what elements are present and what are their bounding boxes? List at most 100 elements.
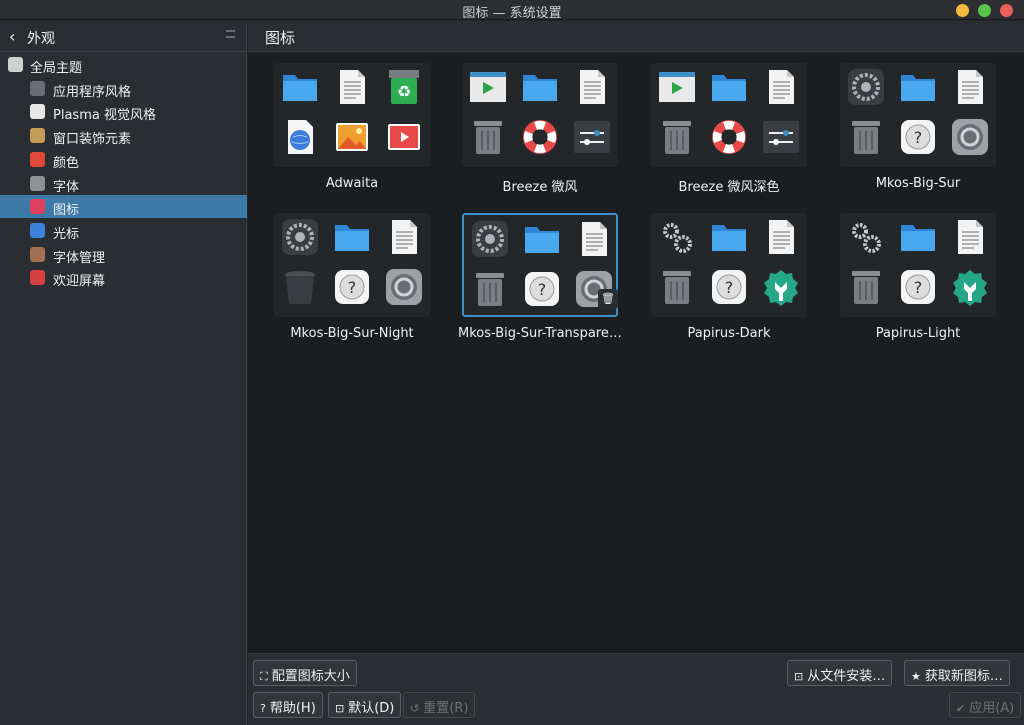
sidebar-item-label: 全局主题 [30, 61, 83, 76]
trash-icon [846, 267, 886, 307]
icon-theme-grid: ♻ Adwaita Breeze 微风 Breeze 微风深色? Mkos-Big-Su… [248, 53, 1024, 653]
sidebar-item-cursor[interactable]: 光标 [0, 219, 247, 242]
close-button[interactable] [1000, 4, 1013, 17]
trash-icon [657, 267, 697, 307]
star-icon: ★ [911, 670, 921, 683]
settings-sliders-icon [572, 117, 612, 157]
splash-screen-icon [30, 270, 45, 286]
sidebar-item-window-decorations[interactable]: 窗口装饰元素 [0, 124, 247, 147]
title-bar: 图标 — 系统设置 [0, 0, 1024, 21]
help-button[interactable]: ? 帮助(H) [253, 692, 323, 718]
sidebar-item-splash-screen[interactable]: 欢迎屏幕 [0, 266, 247, 289]
system-gear-icon [280, 217, 320, 257]
hamburger-menu-icon[interactable] [226, 30, 235, 38]
trash-icon [657, 117, 697, 157]
icon-theme-card[interactable]: ? Papirus-Light [836, 213, 1000, 363]
window-play-icon [657, 67, 697, 107]
text-document-icon [574, 219, 614, 259]
help-icon: ? [260, 702, 266, 715]
svg-text:?: ? [914, 278, 923, 297]
sidebar-item-label: 应用程序风格 [53, 84, 132, 100]
install-icon: ⊡ [794, 670, 804, 683]
sidebar-item-icons[interactable]: 图标 [0, 195, 247, 219]
svg-text:?: ? [725, 278, 734, 297]
settings-sliders-icon [761, 117, 801, 157]
fonts-icon [30, 175, 45, 191]
system-gear-icon [470, 219, 510, 259]
sidebar-item-plasma-style[interactable]: Plasma 视觉风格 [0, 100, 247, 123]
colors-icon [30, 151, 45, 167]
defaults-button[interactable]: ⊡ 默认(D) [328, 692, 402, 718]
text-document-icon [384, 217, 424, 257]
footer-toolbar: ⛶ 配置图标大小 ⊡ 从文件安装… ★ 获取新图标… ? 帮助(H) ⊡ 默认(D) ↺ 重… [248, 653, 1024, 725]
icon-theme-name: Breeze 微风深色 [678, 180, 780, 195]
folder-icon [709, 67, 749, 107]
icon-theme-card[interactable]: ? 🗑 Mkos-Big-Sur-Transparet… [458, 213, 622, 363]
gears-icon [846, 217, 886, 257]
help-lifebuoy-icon [520, 117, 560, 157]
icon-theme-card[interactable]: Breeze 微风深色 [647, 63, 811, 213]
icon-theme-name: Breeze 微风 [502, 180, 578, 195]
sidebar-item-label: 颜色 [53, 155, 80, 171]
sidebar-back-label[interactable]: 外观 [27, 28, 55, 48]
install-from-file-button[interactable]: ⊡ 从文件安装… [787, 660, 893, 686]
sidebar-item-label: 字体 [53, 179, 80, 195]
trash-dark-icon [280, 267, 320, 307]
trash-icon [468, 117, 508, 157]
sidebar-item-fonts[interactable]: 字体 [0, 172, 247, 195]
icon-theme-preview: ? [651, 213, 807, 317]
back-arrow-icon[interactable]: ‹ [9, 27, 15, 46]
help-question-icon: ? [709, 267, 749, 307]
sidebar-item-font-management[interactable]: 字体管理 [0, 243, 247, 266]
help-question-icon: ? [898, 267, 938, 307]
undo-icon: ↺ [410, 702, 420, 715]
minimize-button[interactable] [956, 4, 969, 17]
apply-button[interactable]: ✔ 应用(A) [949, 692, 1022, 718]
trash-recycle-icon: ♻ [384, 67, 424, 107]
sidebar-item-label: 欢迎屏幕 [53, 274, 106, 290]
icon-theme-name: Adwaita [325, 176, 379, 191]
folder-icon [522, 219, 562, 259]
sidebar-item-colors[interactable]: 颜色 [0, 148, 247, 171]
icon-theme-preview: ? 🗑 [462, 213, 618, 317]
folder-icon [898, 67, 938, 107]
sidebar-item-label: 图标 [53, 203, 80, 219]
svg-text:?: ? [914, 128, 923, 147]
icon-theme-name: Papirus-Light [875, 326, 961, 341]
text-document-icon [761, 217, 801, 257]
delete-theme-icon[interactable]: 🗑 [598, 289, 618, 309]
folder-icon [898, 217, 938, 257]
image-icon [332, 117, 372, 157]
icon-theme-name: Papirus-Dark [687, 326, 771, 341]
get-new-icons-button[interactable]: ★ 获取新图标… [904, 660, 1010, 686]
icon-theme-name: Mkos-Big-Sur-Night [290, 326, 414, 341]
window-title: 图标 — 系统设置 [462, 6, 562, 21]
svg-text:?: ? [538, 280, 547, 299]
sidebar-item-app-style[interactable]: 应用程序风格 [0, 77, 247, 100]
preferences-gear-icon [950, 117, 990, 157]
page-title: 图标 [265, 29, 296, 47]
icon-theme-card[interactable]: Breeze 微风 [458, 63, 622, 213]
folder-icon [709, 217, 749, 257]
sidebar-item-global-theme[interactable]: 全局主题 [0, 53, 247, 76]
video-icon [384, 117, 424, 157]
help-question-icon: ? [898, 117, 938, 157]
configure-icon-size-button[interactable]: ⛶ 配置图标大小 [253, 660, 357, 686]
icon-theme-card[interactable]: ? Mkos-Big-Sur-Night [270, 213, 434, 363]
icon-theme-card[interactable]: ? Papirus-Dark [647, 213, 811, 363]
help-question-icon: ? [332, 267, 372, 307]
svg-text:?: ? [348, 278, 357, 297]
icon-theme-card[interactable]: ? Mkos-Big-Sur [836, 63, 1000, 213]
reset-button[interactable]: ↺ 重置(R) [403, 692, 476, 718]
folder-icon [520, 67, 560, 107]
maximize-button[interactable] [978, 4, 991, 17]
sidebar-item-label: Plasma 视觉风格 [53, 108, 156, 124]
resize-icon: ⛶ [260, 670, 268, 683]
sidebar-item-label: 字体管理 [53, 250, 106, 266]
icon-theme-card[interactable]: ♻ Adwaita [270, 63, 434, 213]
trash-icon [470, 269, 510, 309]
text-document-icon [950, 217, 990, 257]
settings-window: 图标 — 系统设置 ‹ 外观 全局主题应用程序风格 Plasma 视觉风格 窗口装饰… [0, 0, 1024, 725]
checkmark-icon: ✔ [956, 702, 966, 715]
sidebar: ‹ 外观 全局主题应用程序风格 Plasma 视觉风格 窗口装饰元素颜色字体图标 光标… [0, 21, 247, 725]
